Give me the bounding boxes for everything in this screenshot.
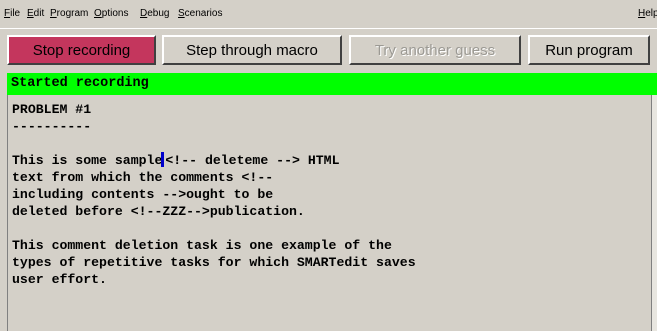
- text-after-cursor: <!-- deleteme --> HTML text from which t…: [12, 153, 416, 287]
- menu-program[interactable]: Program: [50, 8, 88, 19]
- text-cursor: [161, 152, 165, 167]
- menu-file[interactable]: File: [4, 8, 20, 19]
- toolbar: Stop recording Step through macro Try an…: [0, 29, 657, 69]
- text-editor[interactable]: PROBLEM #1 ---------- This is some sampl…: [7, 95, 652, 331]
- text-before-cursor: PROBLEM #1 ---------- This is some sampl…: [12, 102, 163, 168]
- vertical-scrollbar[interactable]: [651, 95, 657, 331]
- try-another-guess-button: Try another guess: [349, 35, 521, 65]
- step-through-macro-button[interactable]: Step through macro: [162, 35, 342, 65]
- menu-debug[interactable]: Debug: [140, 8, 169, 19]
- editor-content[interactable]: PROBLEM #1 ---------- This is some sampl…: [12, 101, 416, 288]
- menu-help[interactable]: Help: [638, 8, 657, 19]
- menu-options[interactable]: Options: [94, 8, 128, 19]
- stop-recording-button[interactable]: Stop recording: [7, 35, 156, 65]
- menu-edit[interactable]: Edit: [27, 8, 44, 19]
- run-program-button[interactable]: Run program: [528, 35, 650, 65]
- menu-bar: File Edit Program Options Debug Scenario…: [0, 0, 657, 29]
- status-bar: Started recording: [7, 73, 657, 95]
- menu-scenarios[interactable]: Scenarios: [178, 8, 222, 19]
